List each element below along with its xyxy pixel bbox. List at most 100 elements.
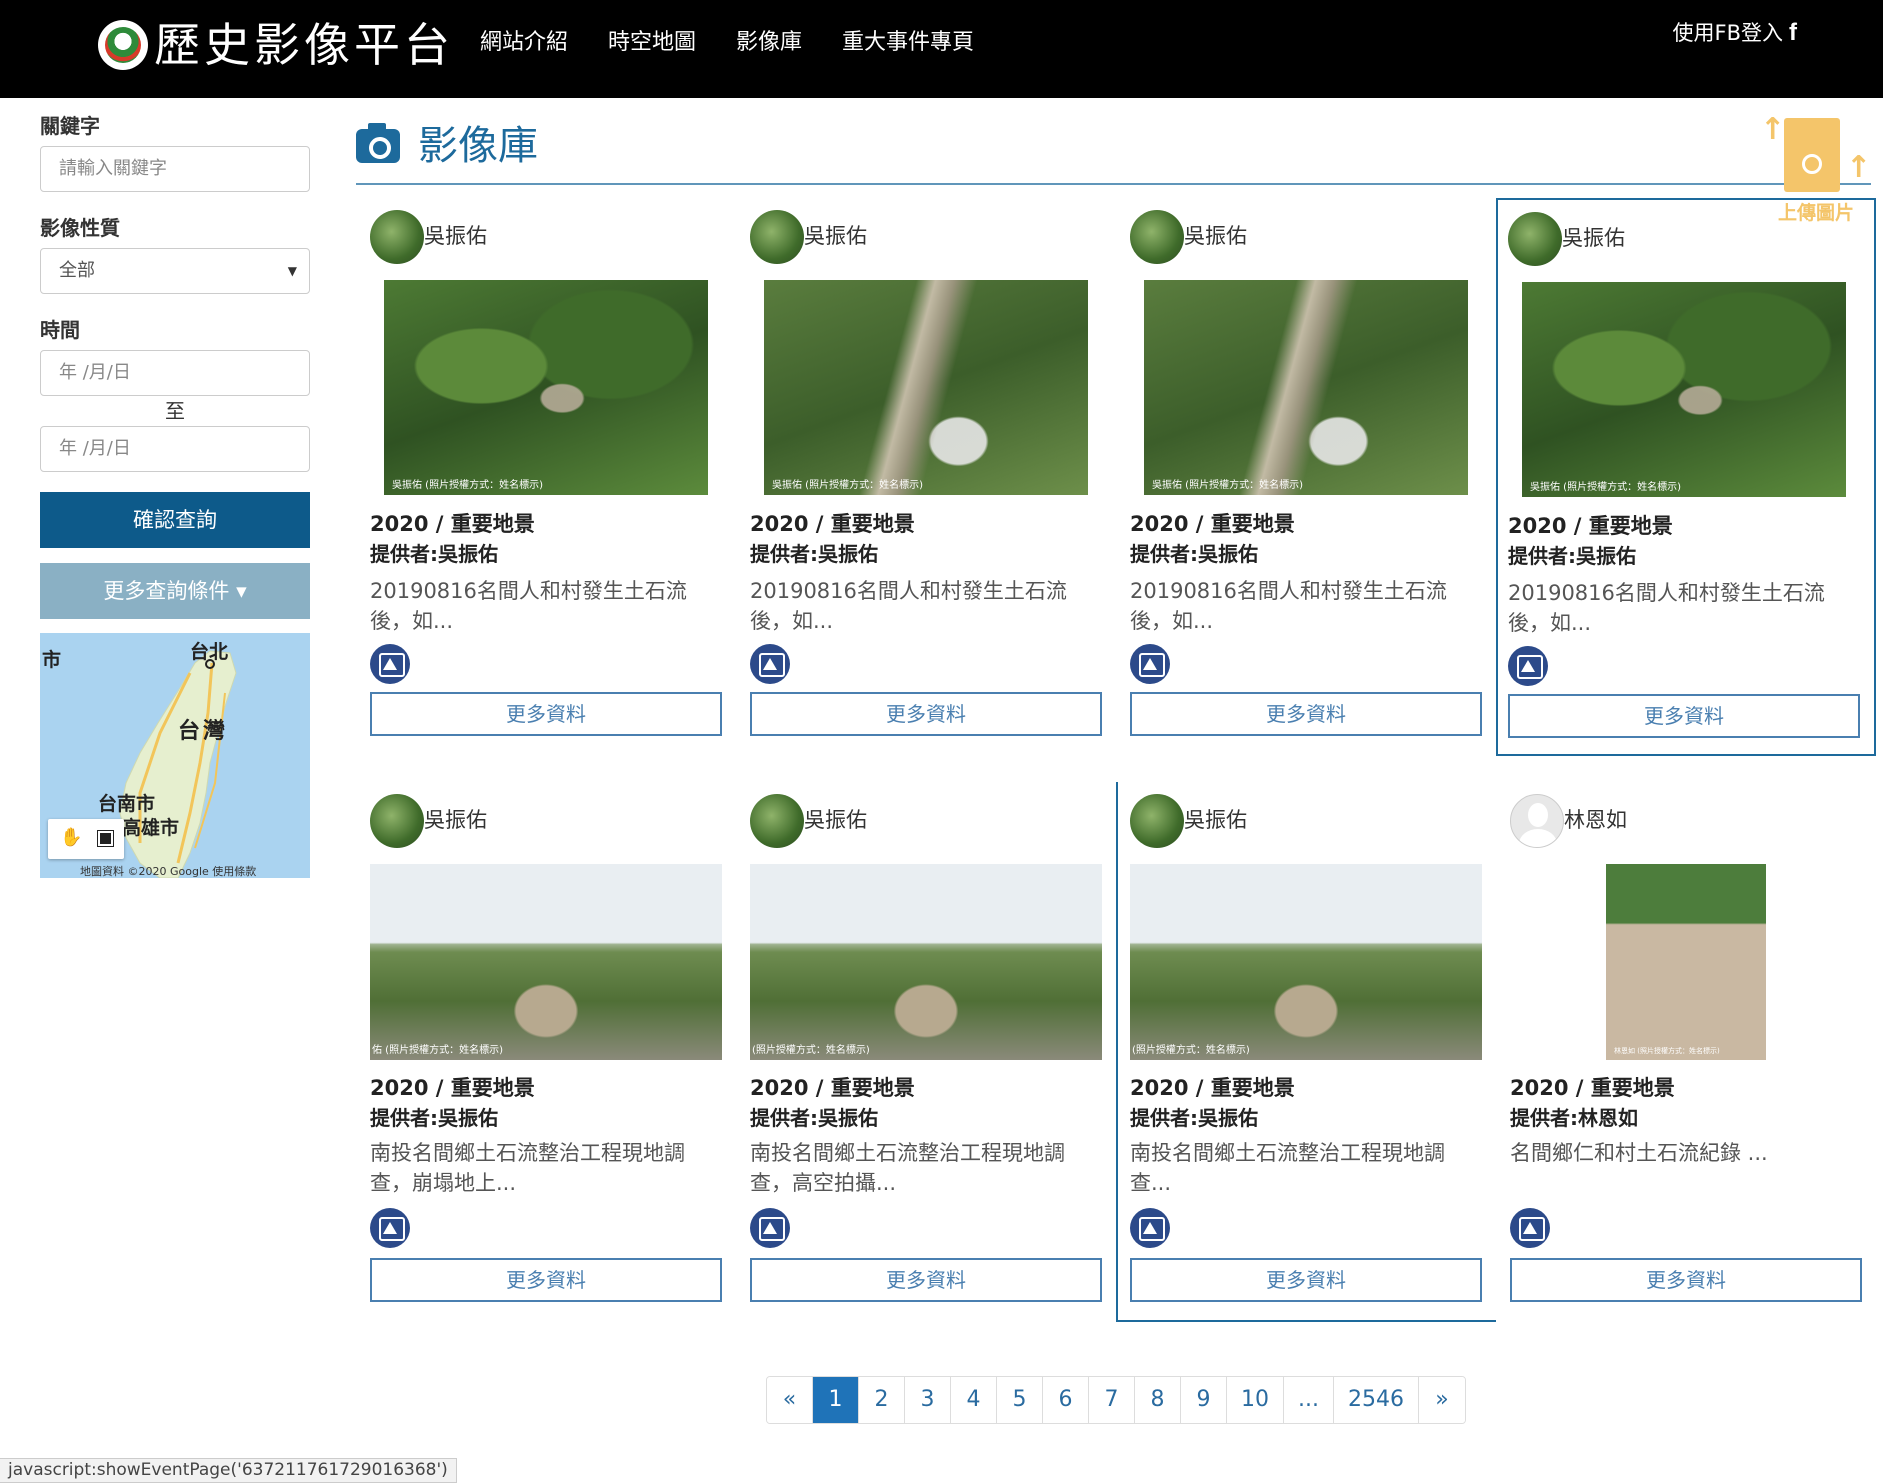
taiwan-map[interactable]: 市 台北 台灣 台南市 高雄市 ✋ 地圖資料 ©2020 Google 使用條款 (40, 633, 310, 878)
card-image[interactable]: 吳振佑 (照片授權方式：姓名標示) (1522, 282, 1846, 497)
date-to-input[interactable]: 年 /月/日 (40, 426, 310, 472)
card-year-type: 2020 / 重要地景 (370, 512, 535, 536)
more-info-button[interactable]: 更多資料 (1130, 692, 1482, 736)
card-description: 20190816名間人和村發生土石流後，如... (1130, 579, 1447, 633)
hand-pan-icon[interactable]: ✋ (60, 827, 82, 848)
author-name[interactable]: 吳振佑 (424, 222, 487, 250)
card-image[interactable]: 吳振佑 (照片授權方式：姓名標示) (764, 280, 1088, 495)
card-image[interactable]: (照片授權方式：姓名標示) (750, 864, 1102, 1060)
image-card[interactable]: 林恩如 林恩如 (照片授權方式：姓名標示) 2020 / 重要地景 提供者:林恩… (1500, 782, 1880, 1322)
map-toolbar: ✋ (48, 819, 124, 859)
page-next[interactable]: » (1418, 1377, 1465, 1423)
map-label-tainan: 台南市 (98, 793, 156, 815)
page-3[interactable]: 3 (905, 1377, 951, 1423)
more-info-button[interactable]: 更多資料 (1130, 1258, 1482, 1302)
author-avatar (750, 794, 804, 848)
confirm-search-button[interactable]: 確認查詢 (40, 492, 310, 548)
caret-down-icon: ▾ (236, 579, 247, 603)
top-nav-bar: 歷史影像平台 網站介紹 時空地圖 影像庫 重大事件專頁 使用FB登入 f (0, 0, 1883, 98)
author-name[interactable]: 吳振佑 (804, 806, 867, 834)
page-2[interactable]: 2 (859, 1377, 905, 1423)
nav-spacetime-map[interactable]: 時空地圖 (608, 26, 696, 60)
page-5[interactable]: 5 (997, 1377, 1043, 1423)
date-from-input[interactable]: 年 /月/日 (40, 350, 310, 396)
image-caption: 吳振佑 (照片授權方式：姓名標示) (1152, 480, 1303, 491)
mountain-photo-icon[interactable] (1130, 644, 1170, 684)
more-info-button[interactable]: 更多資料 (370, 1258, 722, 1302)
more-info-button[interactable]: 更多資料 (750, 1258, 1102, 1302)
image-card[interactable]: 吳振佑 吳振佑 (照片授權方式：姓名標示) 2020 / 重要地景 提供者:吳振… (740, 198, 1120, 756)
facebook-icon: f (1789, 19, 1797, 46)
card-image[interactable]: (照片授權方式：姓名標示) (1130, 864, 1482, 1060)
card-year-type: 2020 / 重要地景 (370, 1076, 535, 1100)
fb-login-button[interactable]: 使用FB登入 f (1673, 16, 1798, 50)
browser-status-bar: javascript:showEventPage('63721176172901… (0, 1458, 457, 1483)
keyword-input[interactable]: 請輸入關鍵字 (40, 146, 310, 192)
card-provider: 提供者:吳振佑 (370, 542, 498, 566)
mountain-photo-icon[interactable] (750, 644, 790, 684)
default-avatar-icon (1510, 794, 1564, 848)
card-description: 20190816名間人和村發生土石流後，如... (370, 579, 687, 633)
image-card-highlighted[interactable]: 吳振佑 吳振佑 (照片授權方式：姓名標示) 2020 / 重要地景 提供者:吳振… (1496, 198, 1876, 756)
author-name[interactable]: 吳振佑 (1562, 224, 1625, 252)
author-name[interactable]: 吳振佑 (804, 222, 867, 250)
image-card-hover[interactable]: 吳振佑 (照片授權方式：姓名標示) 2020 / 重要地景 提供者:吳振佑 南投… (1116, 782, 1496, 1322)
image-card[interactable]: 吳振佑 (照片授權方式：姓名標示) 2020 / 重要地景 提供者:吳振佑 南投… (740, 782, 1120, 1322)
page-prev[interactable]: « (767, 1377, 813, 1423)
card-provider: 提供者:吳振佑 (1130, 542, 1258, 566)
page-7[interactable]: 7 (1089, 1377, 1135, 1423)
author-name[interactable]: 吳振佑 (1184, 806, 1247, 834)
page-8[interactable]: 8 (1135, 1377, 1181, 1423)
author-name[interactable]: 林恩如 (1564, 806, 1627, 834)
card-image[interactable]: 林恩如 (照片授權方式：姓名標示) (1606, 864, 1766, 1060)
mountain-photo-icon[interactable] (1130, 1208, 1170, 1248)
draw-rectangle-icon[interactable] (97, 830, 114, 847)
more-info-button[interactable]: 更多資料 (1510, 1258, 1862, 1302)
card-provider: 提供者:林恩如 (1510, 1106, 1638, 1130)
nav-image-library[interactable]: 影像庫 (736, 26, 802, 60)
card-provider: 提供者:吳振佑 (1130, 1106, 1258, 1130)
upload-circle-icon (1802, 154, 1822, 174)
more-info-button[interactable]: 更多資料 (1508, 694, 1860, 738)
site-title[interactable]: 歷史影像平台 (154, 14, 454, 76)
page-heading: 影像庫 (356, 118, 538, 174)
image-card[interactable]: 吳振佑 吳振佑 (照片授權方式：姓名標示) 2020 / 重要地景 提供者:吳振… (1120, 198, 1500, 756)
author-name[interactable]: 吳振佑 (1184, 222, 1247, 250)
site-logo-icon[interactable] (98, 20, 148, 70)
author-avatar (750, 210, 804, 264)
card-image[interactable]: 佑 (照片授權方式：姓名標示) (370, 864, 722, 1060)
main-nav: 網站介紹 時空地圖 影像庫 重大事件專頁 (480, 26, 974, 60)
card-description: 南投名間鄉土石流整治工程現地調查，高空拍攝... (750, 1141, 1065, 1195)
mountain-photo-icon[interactable] (750, 1208, 790, 1248)
page-1[interactable]: 1 (813, 1377, 859, 1423)
mountain-photo-icon[interactable] (1508, 646, 1548, 686)
more-conditions-button[interactable]: 更多查詢條件 ▾ (40, 563, 310, 619)
more-info-button[interactable]: 更多資料 (370, 692, 722, 736)
image-caption: 吳振佑 (照片授權方式：姓名標示) (392, 480, 543, 491)
image-card[interactable]: 吳振佑 吳振佑 (照片授權方式：姓名標示) 2020 / 重要地景 提供者:吳振… (360, 198, 740, 756)
card-year-type: 2020 / 重要地景 (750, 512, 915, 536)
card-description: 南投名間鄉土石流整治工程現地調查，崩塌地上... (370, 1141, 685, 1195)
page-last[interactable]: 2546 (1333, 1377, 1419, 1423)
mountain-photo-icon[interactable] (370, 1208, 410, 1248)
page-4[interactable]: 4 (951, 1377, 997, 1423)
pagination: « 1 2 3 4 5 6 7 8 9 10 ... 2546 » (766, 1376, 1466, 1424)
card-provider: 提供者:吳振佑 (750, 542, 878, 566)
search-sidebar: 關鍵字 請輸入關鍵字 影像性質 全部 ▼ 時間 年 /月/日 至 年 /月/日 … (40, 98, 310, 878)
page-10[interactable]: 10 (1227, 1377, 1284, 1423)
mountain-photo-icon[interactable] (370, 644, 410, 684)
card-description: 20190816名間人和村發生土石流後，如... (1508, 581, 1825, 635)
mountain-photo-icon[interactable] (1510, 1208, 1550, 1248)
image-caption: 吳振佑 (照片授權方式：姓名標示) (1530, 482, 1681, 493)
image-type-select[interactable]: 全部 ▼ (40, 248, 310, 294)
page-6[interactable]: 6 (1043, 1377, 1089, 1423)
card-year-type: 2020 / 重要地景 (750, 1076, 915, 1100)
more-info-button[interactable]: 更多資料 (750, 692, 1102, 736)
nav-major-events[interactable]: 重大事件專頁 (842, 26, 974, 60)
image-card[interactable]: 吳振佑 佑 (照片授權方式：姓名標示) 2020 / 重要地景 提供者:吳振佑 … (360, 782, 740, 1322)
nav-site-intro[interactable]: 網站介紹 (480, 26, 568, 60)
page-9[interactable]: 9 (1181, 1377, 1227, 1423)
author-name[interactable]: 吳振佑 (424, 806, 487, 834)
card-image[interactable]: 吳振佑 (照片授權方式：姓名標示) (384, 280, 708, 495)
card-image[interactable]: 吳振佑 (照片授權方式：姓名標示) (1144, 280, 1468, 495)
